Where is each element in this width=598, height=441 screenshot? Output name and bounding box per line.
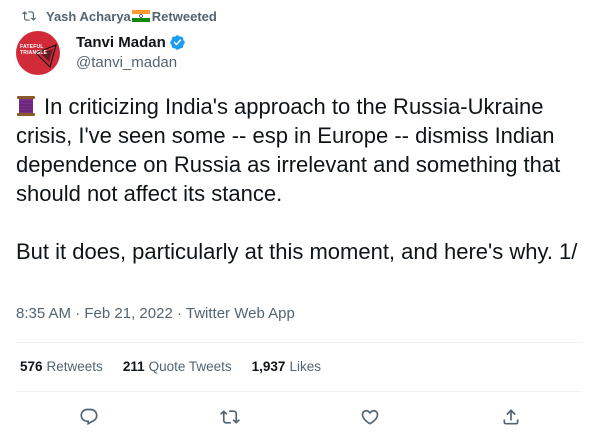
author-display-name[interactable]: Tanvi Madan (76, 33, 166, 52)
divider (16, 391, 582, 392)
tweet-author: FATEFUL TRIANGLE Tanvi Madan @tanvi_mada… (16, 31, 186, 75)
share-icon (503, 409, 519, 425)
tweet-body: In criticizing India's approach to the R… (16, 92, 586, 266)
divider (16, 342, 582, 343)
retweet-context: Yash Acharya Retweeted (22, 7, 217, 25)
heart-icon (361, 409, 379, 425)
verified-badge-icon (169, 34, 186, 51)
tweet-meta: 8:35 AM · Feb 21, 2022 · Twitter Web App (16, 304, 295, 324)
reply-button[interactable] (76, 404, 102, 430)
tweet-date-link[interactable]: Feb 21, 2022 (84, 305, 172, 322)
avatar-text: FATEFUL TRIANGLE (20, 44, 48, 56)
quote-tweets-count: 211 (122, 358, 145, 374)
author-handle[interactable]: @tanvi_madan (76, 53, 186, 73)
thread-spool-emoji (16, 95, 36, 117)
tweet-time-link[interactable]: 8:35 AM (16, 305, 71, 322)
quote-tweets-stat-link[interactable]: 211 Quote Tweets (123, 359, 232, 374)
tweet-actions (16, 404, 582, 430)
retweet-icon (220, 410, 240, 424)
likes-count: 1,937 (251, 358, 286, 374)
quote-tweets-label: Quote Tweets (148, 358, 232, 374)
retweet-icon (22, 9, 36, 23)
india-flag-icon (131, 10, 150, 22)
retweets-label: Retweets (46, 358, 103, 374)
retweets-count: 576 (20, 358, 43, 374)
share-button[interactable] (498, 404, 524, 430)
reply-icon (80, 408, 98, 426)
tweet-text: In criticizing India's approach to the R… (16, 94, 578, 264)
retweeted-label: Retweeted (151, 8, 217, 24)
like-button[interactable] (357, 404, 383, 430)
likes-stat-link[interactable]: 1,937 Likes (252, 359, 321, 374)
retweets-stat-link[interactable]: 576 Retweets (20, 359, 103, 374)
meta-separator: · (75, 305, 81, 322)
avatar[interactable]: FATEFUL TRIANGLE (16, 31, 60, 75)
tweet-stats: 576 Retweets 211 Quote Tweets 1,937 Like… (20, 356, 341, 376)
meta-separator: · (176, 305, 182, 322)
retweeter-name-link[interactable]: Yash Acharya (46, 9, 131, 24)
retweet-button[interactable] (217, 404, 243, 430)
tweet-source-link[interactable]: Twitter Web App (186, 305, 295, 322)
likes-label: Likes (289, 358, 321, 374)
